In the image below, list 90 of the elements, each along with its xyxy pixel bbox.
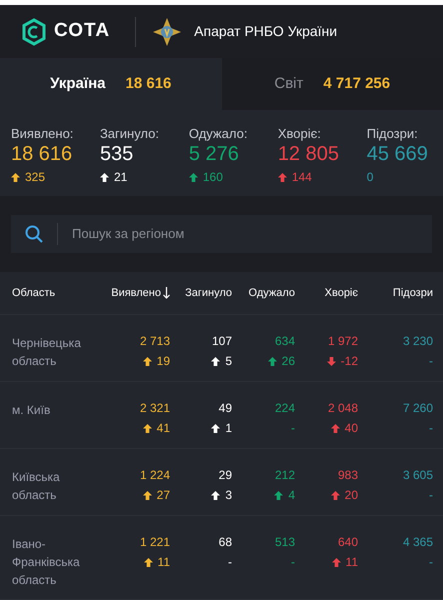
table-value: 4 365	[402, 535, 433, 550]
change-value: 11	[346, 554, 358, 571]
stat-label: Хворіє:	[278, 126, 322, 142]
table-value: 7 260	[402, 401, 433, 416]
change-value: 27	[156, 487, 170, 504]
stat-value: 45 669	[366, 142, 429, 166]
change-value: 0	[366, 169, 374, 186]
stat-label: Виявлено:	[11, 126, 74, 142]
change-value: 19	[156, 353, 170, 370]
change-value: -	[429, 487, 433, 504]
up-arrow-icon	[211, 424, 220, 432]
up-arrow-icon	[211, 356, 220, 366]
region-name: Івано-Франківська область	[12, 536, 81, 589]
change-value: 3	[225, 487, 232, 504]
table-value: 2 048	[328, 401, 358, 416]
column-header[interactable]: Підозри	[392, 284, 433, 302]
region-tab[interactable]: Світ 4 717 256	[222, 58, 443, 110]
up-arrow-icon	[142, 356, 152, 366]
emblem-icon	[152, 16, 182, 46]
change-value: 41	[156, 420, 170, 437]
table-value: 634	[274, 334, 295, 349]
search-icon	[25, 225, 43, 243]
down-arrow-icon	[163, 287, 170, 299]
column-header[interactable]: Загинуло	[185, 284, 232, 302]
change-value: -	[429, 353, 433, 370]
change-value: 5	[225, 353, 232, 370]
logo-text: СОТА	[54, 19, 110, 44]
column-header[interactable]: Виявлено	[111, 284, 161, 302]
region-name: м. Київ	[12, 402, 52, 419]
table-value: 68	[218, 535, 232, 550]
region-name: Чернівецька область	[12, 335, 82, 370]
up-arrow-icon	[330, 490, 340, 500]
table-value: 1 224	[140, 468, 170, 483]
table-value: 640	[338, 535, 358, 550]
change-value: -	[228, 554, 232, 571]
change-value: -	[291, 420, 295, 437]
up-arrow-icon	[278, 172, 287, 182]
region-name: Київська область	[12, 469, 61, 504]
change-value: 160	[202, 169, 223, 186]
up-arrow-icon	[274, 490, 284, 500]
down-arrow-icon	[326, 356, 336, 366]
up-arrow-icon	[144, 558, 153, 566]
change-value: 325	[25, 169, 46, 186]
stat-value: 12 805	[278, 142, 340, 166]
table-value: 513	[274, 535, 295, 550]
table-value: 983	[338, 468, 358, 483]
hexagon-logo-icon	[22, 18, 46, 46]
column-header[interactable]: Область	[12, 284, 56, 302]
stat-value: 18 616	[11, 142, 74, 166]
column-header[interactable]: Хворіє	[324, 284, 358, 302]
stat-label: Одужало:	[188, 126, 248, 142]
up-arrow-icon	[11, 172, 20, 182]
column-header[interactable]: Одужало	[248, 284, 295, 302]
table-value: 1 972	[328, 334, 358, 349]
stat-value: 535	[100, 142, 134, 166]
up-arrow-icon	[142, 490, 152, 500]
change-value: -	[291, 554, 295, 571]
table-value: 3 230	[402, 334, 433, 349]
table-value: 224	[274, 401, 295, 416]
stat-label: Загинуло:	[100, 126, 160, 142]
search-field[interactable]: Пошук за регіоном	[11, 215, 432, 253]
up-arrow-icon	[100, 172, 109, 182]
change-value: -	[429, 420, 433, 437]
table-value: 3 605	[402, 468, 433, 483]
up-arrow-icon	[142, 424, 152, 432]
change-value: -	[429, 554, 433, 571]
up-arrow-icon	[330, 424, 340, 432]
organization-title: Апарат РНБО України	[194, 22, 338, 41]
change-value: 21	[114, 169, 128, 186]
up-arrow-icon	[211, 490, 220, 500]
change-value: -12	[340, 353, 358, 370]
change-value: 26	[282, 353, 295, 370]
change-value: 1	[225, 420, 232, 437]
table-value: 2 321	[140, 401, 170, 416]
up-arrow-icon	[188, 172, 198, 182]
stat-label: Підозри:	[366, 126, 419, 142]
table-value: 107	[212, 334, 232, 349]
table-value: 1 221	[140, 535, 170, 550]
table-value: 2 713	[140, 334, 170, 349]
table-value: 29	[218, 468, 232, 483]
stat-value: 5 276	[188, 142, 240, 166]
table-value: 212	[274, 468, 295, 483]
change-value: 11	[158, 554, 170, 571]
change-value: 144	[292, 169, 312, 186]
change-value: 40	[344, 420, 358, 437]
up-arrow-icon	[268, 356, 277, 366]
table-value: 49	[218, 401, 232, 416]
change-value: 4	[288, 487, 295, 504]
up-arrow-icon	[332, 558, 341, 566]
change-value: 20	[344, 487, 358, 504]
